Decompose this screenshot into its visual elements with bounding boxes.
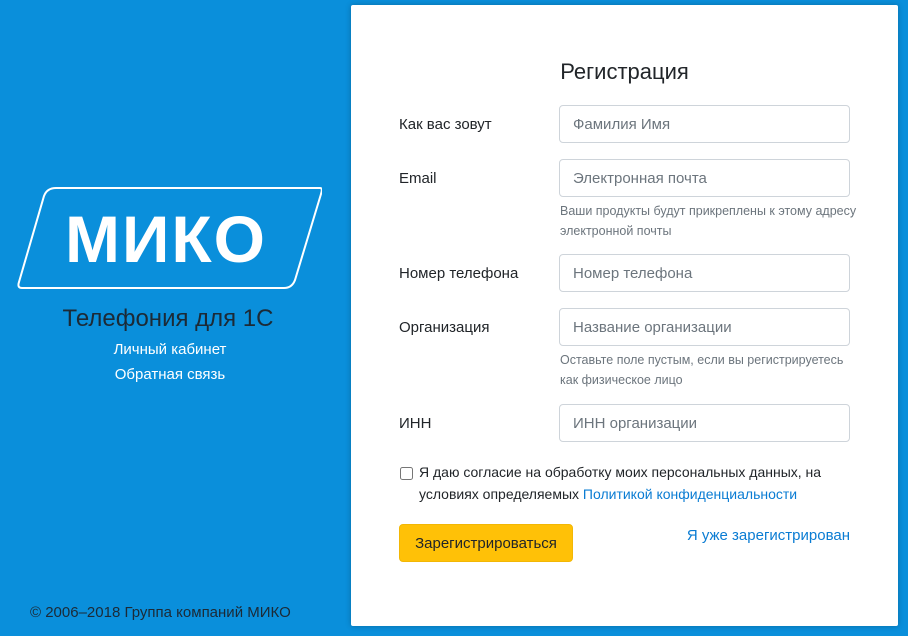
privacy-policy-link[interactable]: Политикой конфиденциальности <box>583 486 797 502</box>
brand-panel: МИКО Телефония для 1С Личный кабинет Обр… <box>0 0 350 636</box>
email-input[interactable] <box>559 159 850 197</box>
phone-label: Номер телефона <box>399 265 519 282</box>
consent-checkbox[interactable] <box>400 467 413 480</box>
page-title: Регистрация <box>560 59 689 84</box>
feedback-link[interactable]: Обратная связь <box>0 366 340 383</box>
personal-cabinet-link[interactable]: Личный кабинет <box>0 341 340 358</box>
copyright: © 2006–2018 Группа компаний МИКО <box>30 604 291 621</box>
miko-logo: МИКО <box>17 187 322 289</box>
register-button[interactable]: Зарегистрироваться <box>399 524 573 562</box>
email-label: Email <box>399 170 437 187</box>
inn-label: ИНН <box>399 415 432 432</box>
consent-label: Я даю согласие на обработку моих персона… <box>419 461 829 505</box>
name-input[interactable] <box>559 105 850 143</box>
registration-card: Регистрация Как вас зовут Email Ваши про… <box>351 5 898 626</box>
email-help-text: Ваши продукты будут прикреплены к этому … <box>560 204 857 238</box>
logo-text: МИКО <box>65 202 267 276</box>
name-label: Как вас зовут <box>399 116 492 133</box>
organization-help-text: Оставьте поле пустым, если вы регистриру… <box>560 353 844 387</box>
organization-label: Организация <box>399 319 490 336</box>
inn-input[interactable] <box>559 404 850 442</box>
organization-input[interactable] <box>559 308 850 346</box>
tagline: Телефония для 1С <box>62 305 274 332</box>
already-registered-link[interactable]: Я уже зарегистрирован <box>687 527 850 544</box>
phone-input[interactable] <box>559 254 850 292</box>
